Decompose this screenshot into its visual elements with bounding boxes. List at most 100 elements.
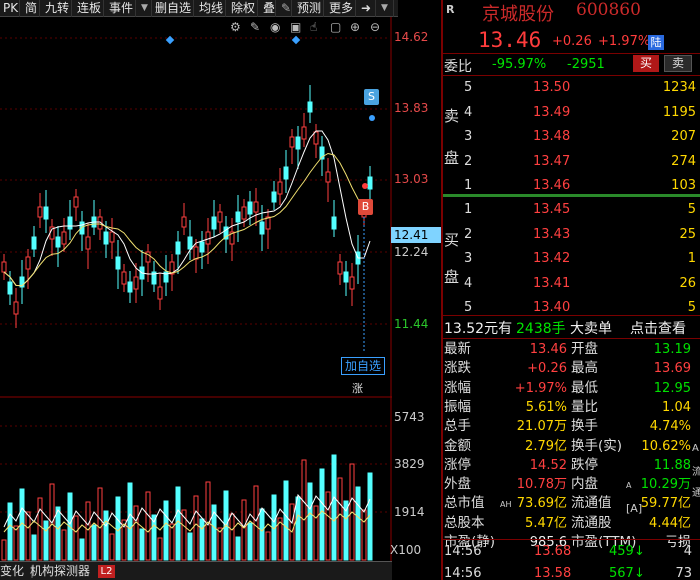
volume-axis-label: 3829 [394,457,425,471]
volume-bar [1,539,7,561]
side-tag: 通 [692,488,700,499]
sell-level: 3 [464,129,473,144]
candle-body [133,276,139,290]
volume-bar [7,502,13,561]
sell-price: 13.49 [533,104,571,120]
candle-body [43,206,49,220]
sell-button[interactable]: 卖 [664,55,692,72]
divider [443,539,700,540]
candle-body [307,101,313,113]
sell-price: 13.47 [533,153,571,169]
toolbar-more[interactable]: 更多 [326,0,356,17]
toolbar-lianban[interactable]: 连板 [74,0,104,17]
stat-label: 涨幅 [444,379,471,396]
pin-icon[interactable]: ➜ [358,0,376,17]
stock-name: 京城股份 [482,4,554,25]
stat-value: 4.74% [649,419,691,435]
candle-body [199,241,205,253]
toolbar-simple[interactable]: 简 [22,0,40,17]
volume-bar [325,491,331,561]
volume-axis-label: 5743 [394,410,425,424]
toolbar-dropdown-icon[interactable]: ▼ [138,0,152,17]
stat-label: 跌停 [571,456,598,473]
volume-bar [85,501,91,561]
candle-body [181,216,187,228]
candle-body [295,136,301,150]
book-divider [443,194,700,197]
volume-bar [103,510,109,561]
sell-row[interactable]: 4 13.49 1195 [460,102,700,124]
pen-icon[interactable]: ✎ [278,0,292,17]
stat-row: 金额 2.79亿 换手(实) 10.62% [444,437,700,456]
buy-level: 3 [464,251,473,266]
stat-row: 涨跌 +0.26 最高 13.69 [444,359,700,378]
candle-body [109,231,115,243]
volume-bar [91,524,97,561]
buy-signal-marker[interactable]: B [358,199,373,215]
toolbar-jiuzhuan[interactable]: 九转 [42,0,72,17]
toolbar-overlay[interactable]: 叠 [260,0,276,17]
buy-button[interactable]: 买 [633,55,659,72]
candle-body [277,181,283,195]
stat-value: 73.69亿 [516,496,567,512]
candle-body [25,256,31,270]
sell-row[interactable]: 5 13.50 1234 [460,77,700,99]
toolbar-forecast[interactable]: 预测 [294,0,324,17]
sell-signal-marker[interactable]: S [364,89,379,105]
stat-value: 4.44亿 [649,515,691,531]
toolbar-events[interactable]: 事件 [106,0,136,17]
toolbar-remove-watch[interactable]: 删自选 [152,0,194,17]
candle-body [13,301,19,315]
buy-price: 13.43 [533,226,571,242]
buy-row[interactable]: 2 13.43 25 [460,224,700,246]
tick-count: 73 [675,566,692,580]
candle-body [73,196,79,208]
candle-body [175,241,181,255]
toolbar-exright[interactable]: 除权 [228,0,258,17]
volume-bar [355,486,361,561]
tab-l2[interactable]: L2 [98,565,115,578]
tab-institution-detector[interactable]: 机构探测器 [30,562,90,580]
candle-body [211,216,217,230]
volume-bar [241,499,247,561]
volume-bar [133,505,139,561]
tick-price: 13.68 [534,544,572,559]
candle-body [121,271,127,285]
volume-bar [253,485,259,561]
candle-body [157,286,163,300]
sell-row[interactable]: 3 13.48 207 [460,126,700,148]
volume-axis-label: 1914 [394,505,425,519]
candle-body [331,216,337,230]
buy-row[interactable]: 4 13.41 26 [460,273,700,295]
add-watch-button[interactable]: 加自选 [341,357,385,375]
stat-value: 12.95 [653,380,691,396]
tab-change[interactable]: 变化 [0,562,24,580]
sell-price: 13.48 [533,129,571,144]
candle-body [7,281,13,295]
buy-row[interactable]: 1 13.45 5 [460,199,700,221]
volume-bar [337,477,343,561]
stat-row: 外盘 10.78万 内盘 10.29万 [444,475,700,494]
big-order-view-link[interactable]: 点击查看 [630,318,686,338]
sell-row[interactable]: 2 13.47 274 [460,151,700,173]
toolbar-ma[interactable]: 均线 [196,0,226,17]
buy-volume: 1 [687,251,696,266]
volume-bar [79,538,85,561]
volume-bar [247,522,253,561]
candle-body [61,231,67,245]
toolbar-more-dropdown-icon[interactable]: ▼ [378,0,394,17]
candle-body [289,136,295,148]
candle-body [325,171,331,183]
last-price: 13.46 [478,28,542,52]
big-order-price: 13.52元有 [444,321,513,337]
tick-volume: 459 [609,544,634,559]
toolbar-pk[interactable]: PK [0,0,20,17]
buy-row[interactable]: 3 13.42 1 [460,248,700,270]
candle-body [343,271,349,283]
volume-bar [229,513,235,561]
stat-value: 5.47亿 [525,515,567,531]
stat-label: 总手 [444,418,471,435]
buy-level: 2 [464,226,473,242]
down-arrow-icon: ↓ [634,544,645,559]
buy-side-label: 盘 [444,268,460,286]
